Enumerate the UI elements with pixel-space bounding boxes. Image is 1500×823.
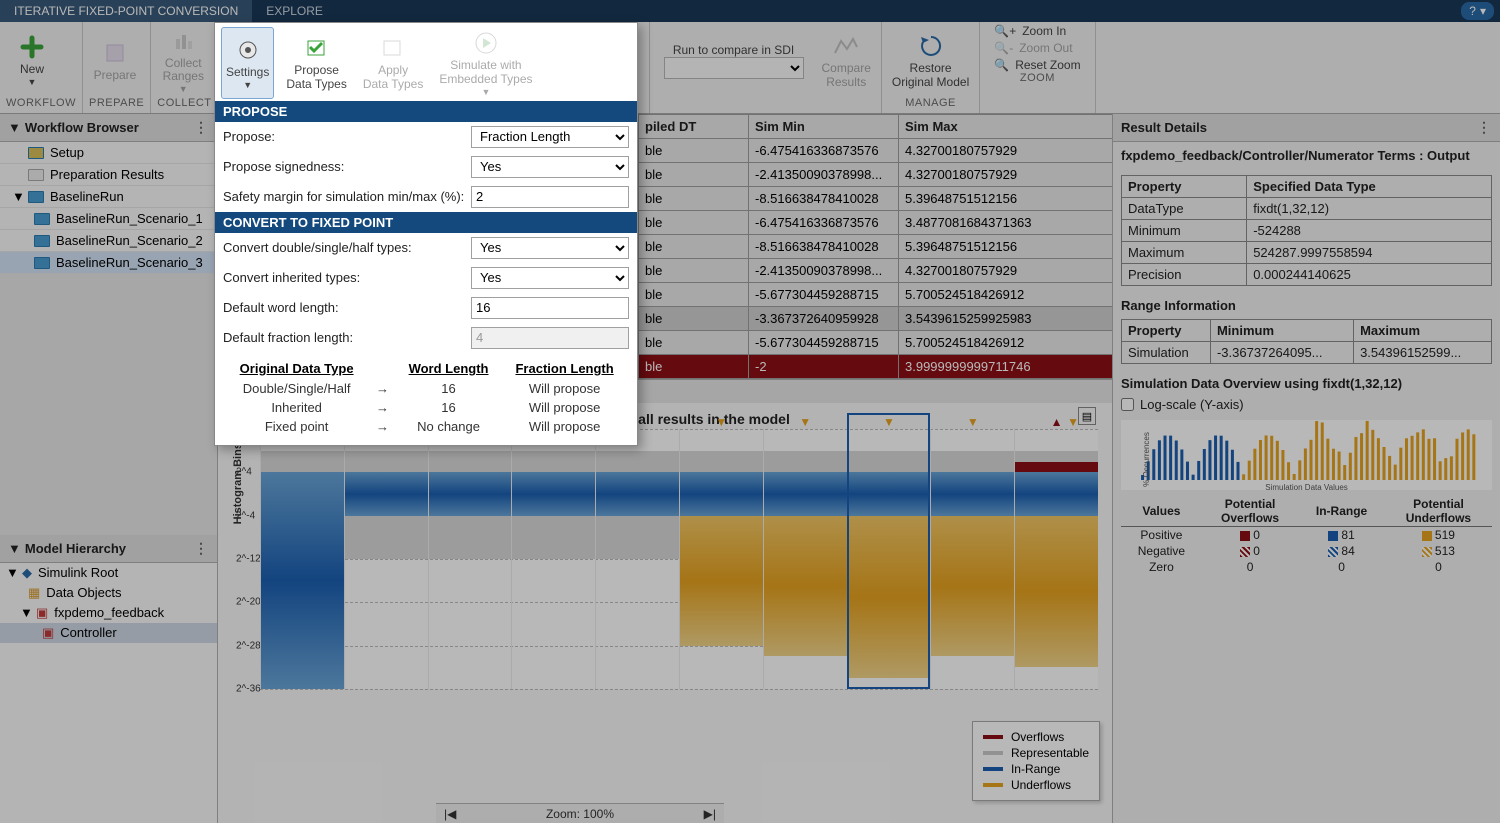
table-row[interactable]: ble-6.4754163368735764.32700180757929: [639, 139, 1113, 163]
subsystem-icon: ▣: [42, 625, 54, 641]
compare-select[interactable]: [664, 57, 804, 79]
log-scale-checkbox[interactable]: [1121, 398, 1134, 411]
nav-first-button[interactable]: |◀: [444, 807, 456, 821]
col-compiled-dt[interactable]: piled DT: [639, 115, 749, 139]
mh-fxpdemo[interactable]: ▼▣fxpdemo_feedback: [0, 603, 217, 623]
table-row[interactable]: ble-6.4754163368735763.4877081684371363: [639, 211, 1113, 235]
compare-icon: [832, 32, 860, 60]
table-row[interactable]: ble-2.41350090378998...4.32700180757929: [639, 163, 1113, 187]
wf-prep-results[interactable]: Preparation Results: [0, 164, 217, 186]
default-fractionlength-input: [471, 327, 629, 349]
gear-icon: [234, 36, 262, 64]
panel-menu-icon[interactable]: ⋮: [1477, 119, 1492, 136]
zoom-out-button: 🔍-Zoom Out: [994, 41, 1080, 55]
play-icon: [472, 29, 500, 57]
simulink-icon: ◆: [22, 565, 32, 581]
panel-menu-icon[interactable]: ⋮: [194, 119, 209, 136]
apply-icon: [379, 34, 407, 62]
propose-data-types-button[interactable]: Propose Data Types: [282, 27, 350, 99]
panel-menu-icon[interactable]: ⋮: [194, 540, 209, 557]
mh-controller[interactable]: ▣Controller: [0, 623, 217, 643]
propose-select[interactable]: Fraction Length: [471, 126, 629, 148]
prepare-button: Prepare: [89, 37, 141, 85]
app-tabstrip: ITERATIVE FIXED-POINT CONVERSION EXPLORE…: [0, 0, 1500, 22]
apply-data-types-button: Apply Data Types: [359, 27, 427, 99]
table-row[interactable]: ble-5.6773044592887155.700524518426912: [639, 283, 1113, 307]
result-details-header: Result Details ⋮: [1113, 114, 1500, 142]
compare-label: Run to compare in SDI: [673, 43, 794, 57]
results-table[interactable]: piled DT Sim Min Sim Max ble-6.475416336…: [638, 114, 1112, 379]
mh-simulink-root[interactable]: ▼◆Simulink Root: [0, 563, 217, 583]
mini-histogram: % Occurrences Simulation Data Values: [1121, 420, 1492, 490]
propose-section-header: PROPOSE: [215, 101, 637, 122]
table-row[interactable]: ble-23.9999999999711746: [639, 355, 1113, 379]
model-icon: ▣: [36, 605, 48, 621]
simulate-embedded-button: Simulate with Embedded Types▼: [435, 27, 536, 99]
col-sim-max[interactable]: Sim Max: [899, 115, 1113, 139]
safety-margin-input[interactable]: [471, 186, 629, 208]
wf-baseline-s2[interactable]: BaselineRun_Scenario_2: [0, 230, 217, 252]
collect-ranges-button: Collect Ranges▼: [157, 25, 209, 97]
mh-data-objects[interactable]: ▦Data Objects: [0, 583, 217, 603]
plus-icon: [18, 33, 46, 61]
tab-explore[interactable]: EXPLORE: [252, 0, 337, 22]
compare-results-button: Compare Results: [818, 30, 875, 92]
reset-zoom-button[interactable]: 🔍Reset Zoom: [994, 58, 1080, 72]
col-sim-min[interactable]: Sim Min: [749, 115, 899, 139]
prepare-icon: [101, 39, 129, 67]
convert-dsh-select[interactable]: Yes: [471, 237, 629, 259]
propose-icon: [303, 34, 331, 62]
convert-section-header: CONVERT TO FIXED POINT: [215, 212, 637, 233]
restore-icon: [917, 32, 945, 60]
sim-overview-title: Simulation Data Overview using fixdt(1,3…: [1121, 376, 1492, 391]
workflow-browser-header: ▼Workflow Browser ⋮: [0, 114, 217, 142]
zoom-in-icon: 🔍+: [994, 24, 1016, 38]
reset-zoom-icon: 🔍: [994, 58, 1009, 72]
range-info-title: Range Information: [1121, 298, 1492, 313]
collect-icon: [169, 27, 197, 55]
zoom-out-icon: 🔍-: [994, 41, 1013, 55]
new-button[interactable]: New▼: [6, 31, 58, 89]
histogram-chart[interactable]: Histograms of all results in the model ▤…: [218, 403, 1112, 823]
restore-model-button[interactable]: Restore Original Model: [888, 30, 973, 92]
stats-table: Values Potential Overflows In-Range Pote…: [1121, 496, 1492, 575]
table-row[interactable]: ble-3.3673726409599283.543961525992598​3: [639, 307, 1113, 331]
table-row[interactable]: ble-8.5166384784100285.39648751512156: [639, 187, 1113, 211]
zoom-in-button[interactable]: 🔍+Zoom In: [994, 24, 1080, 38]
range-table: PropertyMinimumMaximum Simulation-3.3673…: [1121, 319, 1492, 364]
zoom-level: Zoom: 100%: [546, 807, 614, 821]
wf-baseline-s1[interactable]: BaselineRun_Scenario_1: [0, 208, 217, 230]
convert-inherited-select[interactable]: Yes: [471, 267, 629, 289]
settings-popup: Settings▼ Propose Data Types Apply Data …: [214, 22, 638, 446]
nav-last-button[interactable]: ▶|: [704, 807, 716, 821]
tab-iterative[interactable]: ITERATIVE FIXED-POINT CONVERSION: [0, 0, 252, 22]
legend-toggle-icon[interactable]: ▤: [1078, 407, 1096, 425]
wf-baseline-s3[interactable]: BaselineRun_Scenario_3: [0, 252, 217, 274]
help-button[interactable]: ?▾: [1461, 2, 1494, 20]
default-wordlength-input[interactable]: [471, 297, 629, 319]
model-hierarchy-header: ▼Model Hierarchy ⋮: [0, 535, 217, 563]
wf-baseline-run[interactable]: ▼BaselineRun: [0, 186, 217, 208]
chart-legend: Overflows Representable In-Range Underfl…: [972, 721, 1100, 801]
signedness-select[interactable]: Yes: [471, 156, 629, 178]
table-row[interactable]: ble-2.41350090378998...4.32700180757929: [639, 259, 1113, 283]
status-bar: |◀ Zoom: 100% ▶|: [436, 803, 724, 823]
spec-table: PropertySpecified Data Type DataTypefixd…: [1121, 175, 1492, 286]
result-path: fxpdemo_feedback/Controller/Numerator Te…: [1121, 148, 1492, 165]
table-row[interactable]: ble-5.6773044592887155.700524518426912: [639, 331, 1113, 355]
wf-setup[interactable]: Setup: [0, 142, 217, 164]
data-objects-icon: ▦: [28, 585, 40, 601]
table-row[interactable]: ble-8.5166384784100285.39648751512156: [639, 235, 1113, 259]
settings-button[interactable]: Settings▼: [221, 27, 274, 99]
